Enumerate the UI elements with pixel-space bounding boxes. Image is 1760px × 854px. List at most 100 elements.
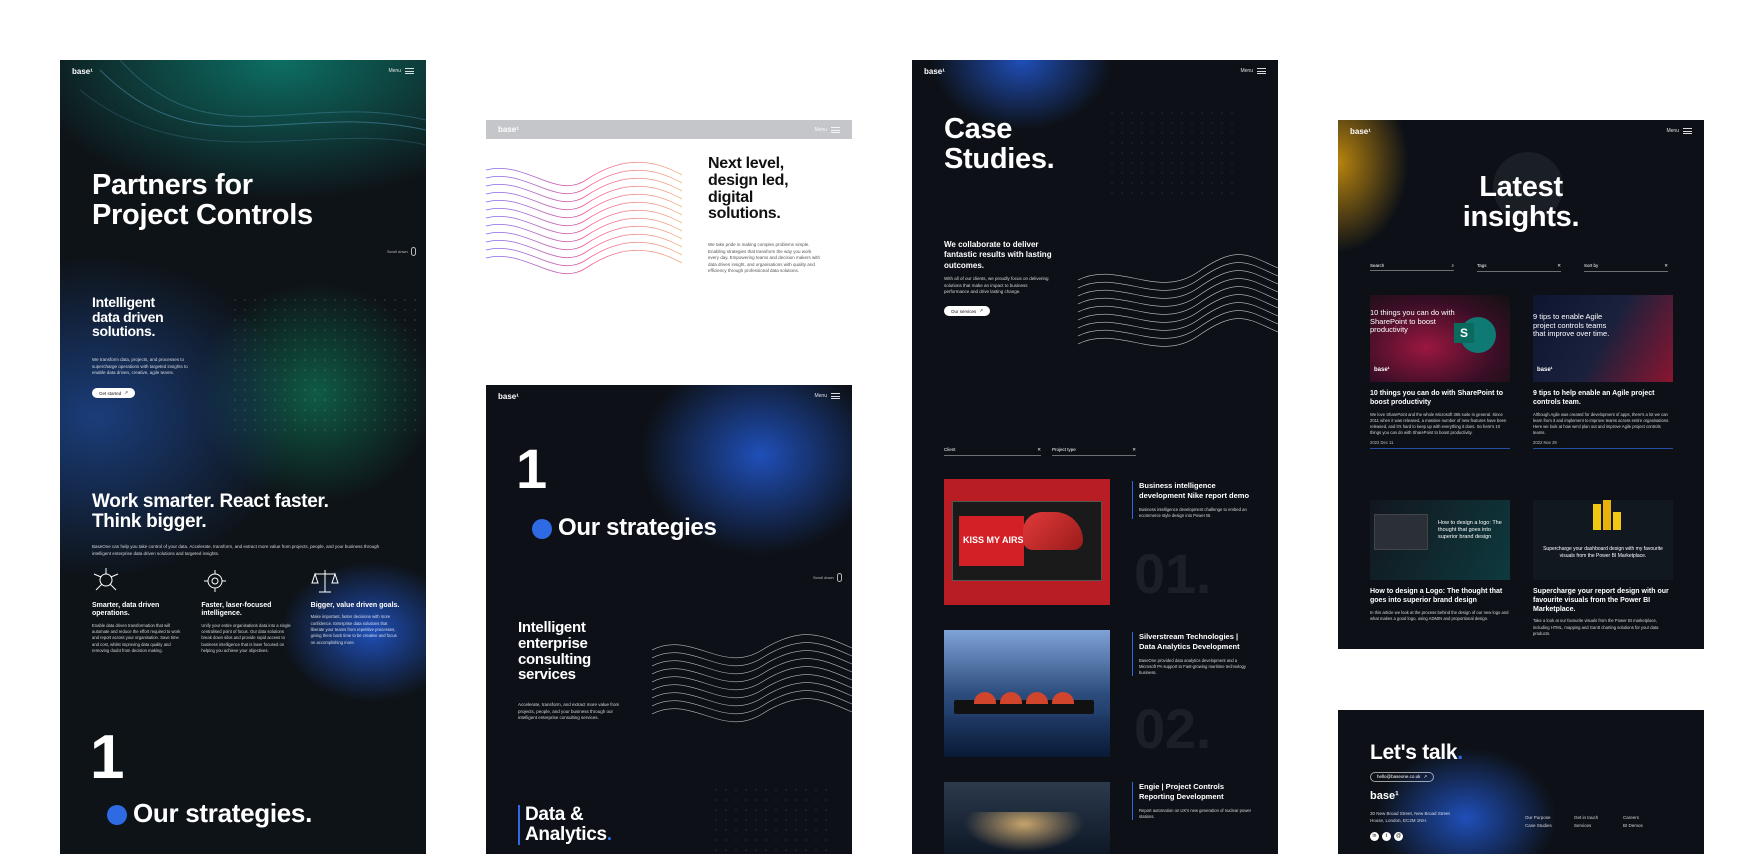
- thumbnail-logo: base¹: [1374, 367, 1390, 373]
- logo[interactable]: base¹: [72, 67, 93, 76]
- sharepoint-logo-letter: S: [1454, 323, 1474, 343]
- dot-grid-decoration: [230, 295, 420, 435]
- get-started-button[interactable]: Get started ↗: [92, 388, 136, 398]
- case-card[interactable]: Engie | Project Controls Reporting Devel…: [1132, 782, 1252, 821]
- post-card[interactable]: How to design a Logo: The thought that g…: [1370, 588, 1510, 622]
- case-image-nike[interactable]: KISS MY AIRS: [944, 479, 1110, 605]
- consulting-title: Intelligent enterprise consulting servic…: [518, 619, 591, 684]
- email-button[interactable]: hello@baseone.co.uk ↗: [1370, 772, 1435, 782]
- post-thumbnail[interactable]: 9 tips to enable Agile project controls …: [1533, 295, 1673, 382]
- footer-link-get-in-touch[interactable]: Get in touch: [1574, 814, 1598, 822]
- logo[interactable]: base¹: [498, 125, 519, 134]
- footer-link-careers[interactable]: Careers: [1623, 814, 1643, 822]
- scroll-down-indicator[interactable]: Scroll down: [813, 573, 842, 582]
- colorful-wave-lines: [486, 161, 683, 274]
- post-thumbnail[interactable]: How to design a logo: The thought that g…: [1370, 500, 1510, 580]
- data-analytics-heading: Data & Analytics.: [518, 805, 612, 845]
- sort-by-select[interactable]: Sort by ✕: [1584, 263, 1668, 272]
- section-description: We transform data, projects, and process…: [92, 357, 188, 376]
- post-date: 2022 Dec 11: [1370, 440, 1510, 449]
- our-services-button[interactable]: Our services ↗: [944, 306, 991, 316]
- network-icon: [93, 568, 119, 591]
- insights-title: Latest insights.: [1462, 171, 1580, 234]
- accent-period: .: [606, 823, 612, 845]
- feature-title: Smarter, data driven operations.: [92, 602, 160, 618]
- mouse-icon: [836, 573, 842, 582]
- linkedin-icon[interactable]: in: [1370, 832, 1379, 841]
- social-links: in t @: [1370, 832, 1403, 841]
- search-icon: ⌕: [1451, 263, 1454, 268]
- case-number: 01.: [1134, 542, 1211, 605]
- top-nav: base¹ Menu: [486, 385, 852, 407]
- case-card[interactable]: Silverstream Technologies | Data Analyti…: [1132, 632, 1252, 677]
- accent-period: .: [1457, 741, 1463, 764]
- footer-link-case-studies[interactable]: Case Studies: [1525, 822, 1552, 830]
- logo[interactable]: base¹: [498, 392, 519, 401]
- footer-address: 30 New Broad Street, New Broad Street Hou…: [1370, 811, 1450, 823]
- project-type-filter-select[interactable]: Project type ✕: [1052, 447, 1136, 456]
- post-description: Although Agile was created for developme…: [1533, 411, 1670, 436]
- footer-logo[interactable]: base¹: [1370, 790, 1399, 802]
- post-title: 9 tips to help enable an Agile project c…: [1533, 390, 1655, 406]
- menu-button[interactable]: Menu: [1666, 128, 1692, 134]
- top-nav: base¹ Menu: [486, 120, 852, 139]
- hero-title-line: Partners for: [92, 169, 253, 201]
- client-filter-select[interactable]: Client ✕: [944, 447, 1041, 456]
- hamburger-icon: [405, 68, 414, 74]
- page-home: base¹ Menu Partners for Project Controls…: [60, 60, 426, 854]
- footer-links-col2: Get in touch Services: [1574, 814, 1598, 829]
- post-thumbnail[interactable]: 10 things you can do with SharePoint to …: [1370, 295, 1510, 382]
- post-thumbnail-text: How to design a logo: The thought that g…: [1438, 520, 1502, 541]
- logo[interactable]: base¹: [924, 67, 945, 76]
- next-level-description: We take pride in making complex problems…: [708, 242, 820, 274]
- case-studies-description: With all of our clients, we proudly focu…: [944, 276, 1049, 295]
- case-image-silverstream[interactable]: [944, 630, 1110, 757]
- blue-dot-icon: [532, 518, 552, 539]
- hamburger-icon: [831, 126, 840, 133]
- menu-button[interactable]: Menu: [814, 126, 840, 133]
- case-description: Report automation on UK's new generation…: [1139, 807, 1252, 819]
- footer-link-bi-demos[interactable]: BI Demos: [1623, 822, 1643, 830]
- arrow-icon: ↗: [1423, 774, 1428, 779]
- arrow-icon: ↗: [124, 390, 129, 395]
- consulting-description: Accelerate, transform, and extract more …: [518, 702, 620, 721]
- post-thumbnail[interactable]: Supercharge your dashboard design with m…: [1533, 500, 1673, 580]
- post-card[interactable]: 9 tips to help enable an Agile project c…: [1533, 390, 1673, 449]
- footer-link-services[interactable]: Services: [1574, 822, 1598, 830]
- post-card[interactable]: 10 things you can do with SharePoint to …: [1370, 390, 1510, 449]
- strategy-number: 1: [516, 437, 547, 500]
- tags-select[interactable]: Tags ✕: [1477, 263, 1561, 272]
- email-icon[interactable]: @: [1394, 832, 1403, 841]
- post-card[interactable]: Supercharge your report design with our …: [1533, 588, 1673, 637]
- post-thumbnail-text: 9 tips to enable Agile project controls …: [1533, 312, 1610, 339]
- logo[interactable]: base¹: [1350, 127, 1371, 136]
- feature-card: Bigger, value driven goals. Make importa…: [311, 568, 402, 678]
- hero-title: Partners for Project Controls: [92, 170, 313, 231]
- feature-title: Faster, laser-focused intelligence.: [201, 602, 272, 618]
- page-footer: Let's talk. hello@baseone.co.uk ↗ base¹ 3…: [1338, 710, 1704, 854]
- page-insights: base¹ Menu Latest insights. Search ⌕ Tags…: [1338, 120, 1704, 649]
- close-icon: ✕: [1664, 263, 1668, 268]
- close-icon: ✕: [1037, 447, 1041, 452]
- thumbnail-logo: base¹: [1537, 367, 1553, 373]
- twitter-icon[interactable]: t: [1382, 832, 1391, 841]
- case-title: Silverstream Technologies | Data Analyti…: [1139, 632, 1240, 651]
- close-icon: ✕: [1132, 447, 1136, 452]
- menu-button[interactable]: Menu: [1240, 68, 1266, 74]
- mouse-icon: [410, 247, 416, 256]
- case-title: Business intelligence development Nike r…: [1139, 481, 1250, 500]
- post-thumbnail-text: 10 things you can do with SharePoint to …: [1370, 308, 1455, 335]
- strategies-heading: Our strategies.: [107, 799, 312, 827]
- menu-button[interactable]: Menu: [388, 68, 414, 74]
- search-input[interactable]: Search ⌕: [1370, 263, 1454, 271]
- case-image-engie[interactable]: [944, 782, 1110, 854]
- post-thumbnail-text: Supercharge your dashboard design with m…: [1543, 546, 1663, 559]
- shoe-icon: [1023, 512, 1083, 550]
- arrow-icon: ↗: [979, 308, 984, 313]
- case-studies-title: Case Studies.: [944, 113, 1055, 176]
- menu-button[interactable]: Menu: [814, 393, 840, 399]
- case-card[interactable]: Business intelligence development Nike r…: [1132, 481, 1252, 520]
- hamburger-icon: [831, 393, 840, 399]
- scroll-down-indicator[interactable]: Scroll down: [387, 247, 416, 256]
- footer-link-our-purpose[interactable]: Our Purpose: [1525, 814, 1552, 822]
